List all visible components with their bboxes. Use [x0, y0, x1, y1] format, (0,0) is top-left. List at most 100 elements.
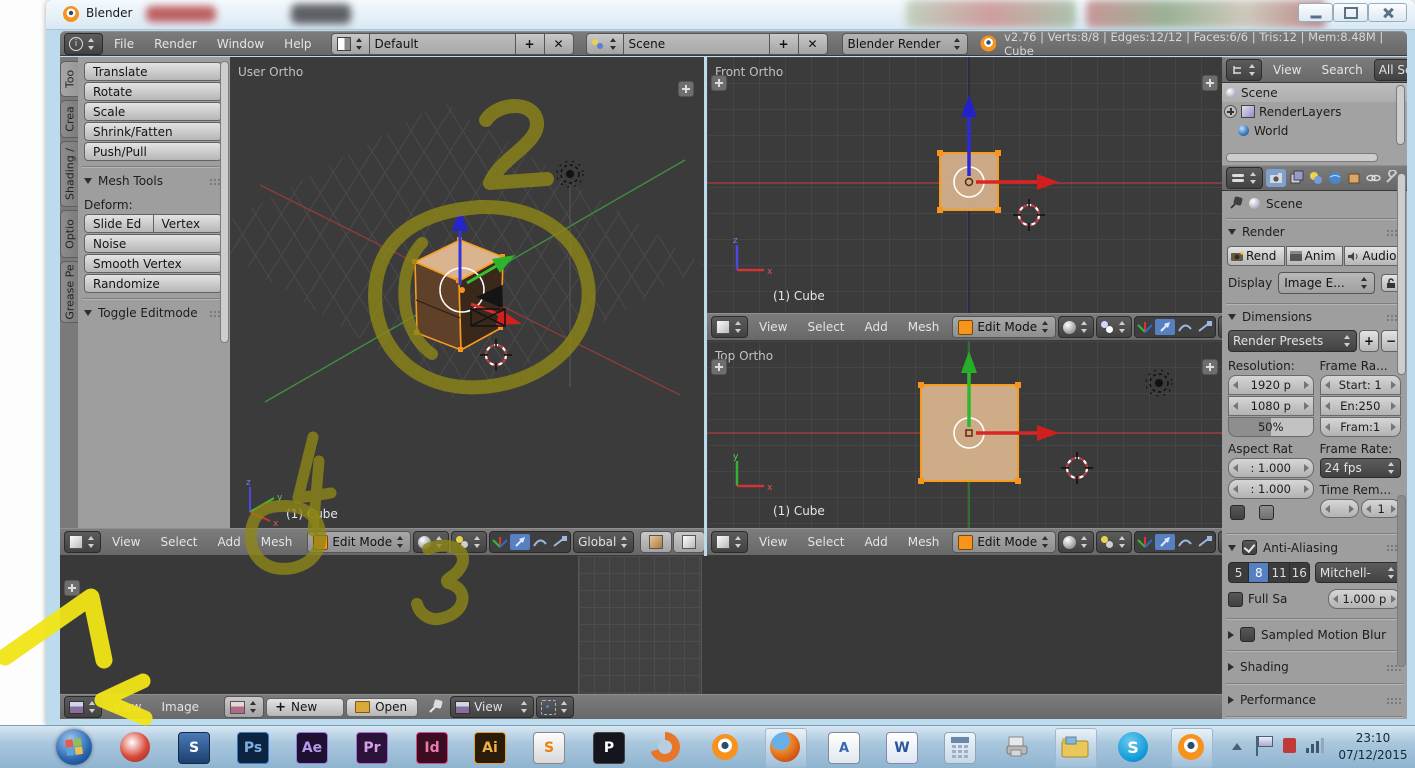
viewport-shading-dropdown[interactable] [1058, 316, 1094, 338]
maximize-button[interactable] [1333, 3, 1368, 22]
outliner-item-world[interactable]: World [1222, 121, 1407, 140]
mesh-menu[interactable]: Mesh [252, 535, 302, 549]
window-titlebar[interactable]: Blender [46, 0, 1415, 30]
render-still-button[interactable]: Rend [1227, 246, 1285, 266]
tab-world[interactable] [1327, 170, 1343, 186]
add-menu[interactable]: Add [209, 535, 250, 549]
shrink-fatten-button[interactable]: Shrink/Fatten [84, 122, 222, 141]
toggle-editmode-panel-header[interactable]: Toggle Editmode [78, 304, 230, 322]
orange-swirl-icon[interactable] [650, 732, 680, 762]
transform-orientation-dropdown[interactable]: Global [573, 531, 634, 553]
resolution-x-field[interactable]: 1920 p [1228, 375, 1314, 395]
skype-icon[interactable]: S [1118, 732, 1148, 762]
clock[interactable]: 23:10 07/12/2015 [1336, 730, 1410, 764]
aa-samples-8-selected[interactable]: 8 [1249, 563, 1269, 582]
screen-layout-name-field[interactable]: Default [370, 33, 516, 55]
expand-icon[interactable] [1224, 105, 1237, 118]
network-signal-icon[interactable] [1306, 738, 1324, 753]
properties-scrollbar-track[interactable] [1397, 495, 1406, 667]
editor-type-button[interactable] [711, 316, 748, 338]
menu-help[interactable]: Help [275, 37, 320, 51]
tab-create[interactable]: Crea [60, 100, 78, 138]
randomize-button[interactable]: Randomize [84, 274, 222, 293]
full-sample-checkbox[interactable] [1228, 592, 1243, 607]
tray-expand-icon[interactable] [1232, 743, 1242, 750]
region-expand-icon[interactable] [64, 580, 80, 596]
add-menu[interactable]: Add [856, 535, 897, 549]
viewport-front-ortho[interactable]: z x Front Ortho (1) Cube [707, 57, 1222, 313]
sublime-icon[interactable]: S [533, 732, 565, 764]
noise-button[interactable]: Noise [84, 234, 222, 253]
pivot-point-dropdown[interactable] [1096, 531, 1132, 553]
tab-object[interactable] [1346, 170, 1362, 186]
editor-type-button[interactable] [1226, 59, 1262, 81]
scale-manipulator-icon[interactable] [550, 534, 570, 550]
outliner-item-scene[interactable]: Scene [1222, 83, 1407, 102]
shading-panel-header[interactable]: Shading [1222, 656, 1407, 678]
push-pull-button[interactable]: Push/Pull [84, 142, 222, 161]
premiere-icon[interactable]: Pr [356, 732, 388, 764]
manipulator-axes-icon[interactable] [490, 534, 510, 550]
region-expand-icon[interactable] [1202, 75, 1218, 91]
pin-icon[interactable] [1228, 196, 1243, 211]
outliner-filter-dropdown[interactable]: All Sc [1374, 59, 1407, 81]
pivot-point-dropdown[interactable] [1096, 316, 1132, 338]
viewport-shading-dropdown[interactable] [413, 531, 449, 553]
render-opengl-button[interactable] [640, 531, 672, 553]
translate-manipulator-icon[interactable] [1155, 534, 1175, 550]
mesh-tools-panel-header[interactable]: Mesh Tools [78, 172, 230, 190]
menu-file[interactable]: File [105, 37, 143, 51]
editor-type-button[interactable] [711, 531, 748, 553]
illustrator-icon[interactable]: Ai [474, 732, 506, 764]
outliner-search-menu[interactable]: Search [1312, 63, 1371, 77]
time-remap-old-field[interactable] [1320, 499, 1360, 518]
delete-layout-button[interactable]: ✕ [545, 33, 574, 55]
properties-scrollbar[interactable] [1397, 173, 1406, 375]
pivot-point-dropdown[interactable] [451, 531, 487, 553]
outliner-horizontal-scrollbar[interactable] [1226, 153, 1378, 162]
tab-shading[interactable]: Shading / [60, 141, 78, 207]
pin-icon[interactable] [426, 698, 444, 716]
rotate-manipulator-icon[interactable] [530, 534, 550, 550]
time-remap-new-field[interactable]: 1 [1361, 499, 1401, 518]
select-menu[interactable]: Select [798, 320, 853, 334]
blender-taskbar-icon[interactable] [710, 732, 740, 762]
action-center-flag-icon[interactable] [1256, 736, 1258, 756]
add-menu[interactable]: Add [856, 320, 897, 334]
mode-dropdown[interactable]: Edit Mode [307, 531, 411, 553]
add-scene-button[interactable]: + [770, 33, 799, 55]
calculator-icon[interactable] [944, 732, 976, 764]
menu-window[interactable]: Window [208, 37, 273, 51]
tab-scene[interactable] [1308, 170, 1324, 186]
view-menu[interactable]: View [104, 700, 150, 714]
uv-pivot-dropdown[interactable] [536, 696, 574, 718]
fax-printer-icon[interactable] [1002, 732, 1032, 762]
image-datablock-dropdown[interactable] [224, 696, 264, 718]
aa-samples-11[interactable]: 11 [1269, 563, 1289, 582]
wordpad-icon[interactable]: A [828, 732, 860, 764]
tab-render-active[interactable] [1266, 169, 1286, 187]
indesign-icon[interactable]: Id [416, 732, 448, 764]
dimensions-panel-header[interactable]: Dimensions [1222, 309, 1407, 325]
outliner-view-menu[interactable]: View [1264, 63, 1310, 77]
performance-panel-header[interactable]: Performance [1222, 689, 1407, 711]
crop-checkbox[interactable] [1259, 505, 1274, 520]
smooth-vertex-button[interactable]: Smooth Vertex [84, 254, 222, 273]
aa-filter-dropdown[interactable]: Mitchell- [1315, 562, 1401, 583]
tray-red-icon[interactable] [1283, 738, 1296, 753]
after-effects-icon[interactable]: Ae [296, 732, 328, 764]
menu-render[interactable]: Render [145, 37, 206, 51]
close-button[interactable] [1368, 3, 1407, 22]
view-menu[interactable]: View [750, 320, 796, 334]
translate-button[interactable]: Translate [84, 62, 222, 81]
sampled-motion-blur-header[interactable]: Sampled Motion Blur [1222, 624, 1407, 645]
mesh-menu[interactable]: Mesh [899, 320, 949, 334]
aspect-x-field[interactable]: : 1.000 [1228, 458, 1314, 478]
filter-size-field[interactable]: 1.000 p [1328, 589, 1401, 609]
image-menu[interactable]: Image [152, 700, 208, 714]
start-button[interactable] [56, 729, 92, 765]
tab-options[interactable]: Optio [60, 210, 78, 258]
anti-aliasing-panel-header[interactable]: Anti-Aliasing [1222, 539, 1407, 556]
uv-view-dropdown[interactable]: View [450, 696, 534, 718]
translate-manipulator-icon[interactable] [1155, 319, 1175, 335]
